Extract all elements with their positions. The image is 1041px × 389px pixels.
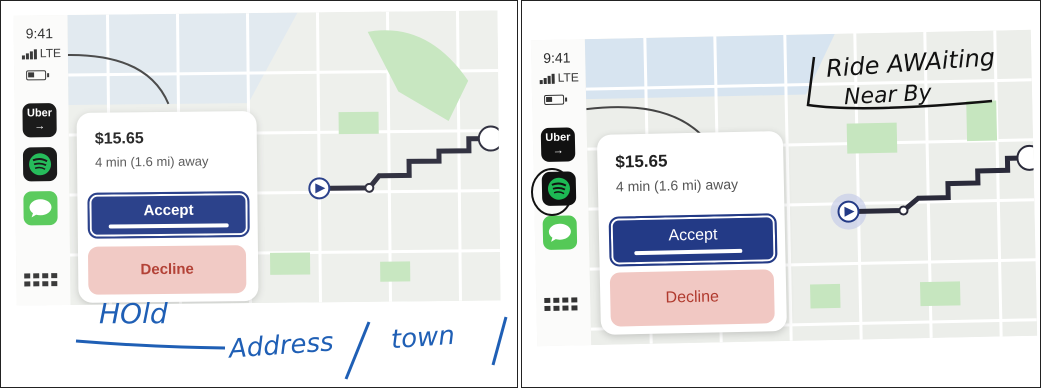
app-grid-icon[interactable] — [544, 297, 578, 312]
handwritten-address: Address — [228, 327, 335, 365]
fare-price: $15.65 — [94, 130, 144, 148]
map-view[interactable]: $15.65 4 min (1.6 mi) away Accept Declin… — [584, 29, 1038, 346]
signal-icon — [21, 49, 37, 60]
ride-request-card: $15.65 4 min (1.6 mi) away Accept Declin… — [596, 131, 787, 335]
network-label: LTE — [557, 70, 579, 85]
decline-button-label: Decline — [140, 260, 194, 279]
speech-bubble-icon — [29, 199, 52, 218]
decline-button[interactable]: Decline — [609, 269, 775, 327]
battery-icon — [543, 94, 565, 106]
handwritten-town: town — [390, 320, 456, 356]
signal-icon — [539, 73, 555, 85]
accept-button[interactable]: Accept — [608, 213, 778, 267]
map-view[interactable]: $15.65 4 min (1.6 mi) away Accept Declin… — [67, 10, 501, 305]
uber-app-label: Uber — [26, 107, 53, 120]
accept-button[interactable]: Accept — [87, 191, 250, 239]
pickup-eta: 4 min (1.6 mi) away — [94, 153, 209, 170]
accept-button-label: Accept — [143, 201, 194, 220]
decline-button-label: Decline — [665, 288, 720, 307]
app-grid-icon[interactable] — [24, 273, 58, 287]
fare-price: $15.65 — [615, 151, 668, 172]
messages-app-icon[interactable] — [23, 191, 58, 226]
uber-app-icon[interactable]: Uber → — [22, 103, 57, 138]
accept-progress-bar — [634, 248, 743, 256]
spotify-app-icon[interactable] — [22, 147, 58, 182]
carplay-screen: 9:41 LTE Uber → $15.65 4 min (1.6 mi) aw… — [13, 10, 501, 306]
carplay-screen: 9:41 LTE Uber → $15.65 4 min (1.6 mi) aw… — [530, 29, 1038, 347]
accept-progress-bar — [108, 223, 229, 229]
uber-app-icon[interactable]: Uber → — [540, 127, 576, 163]
ride-request-card: $15.65 4 min (1.6 mi) away Accept Declin… — [76, 111, 259, 303]
uber-app-label: Uber — [545, 131, 571, 144]
carplay-sidebar: 9:41 LTE Uber → — [530, 39, 592, 347]
network-label: LTE — [39, 46, 62, 61]
status-time: 9:41 — [25, 25, 54, 42]
status-time: 9:41 — [543, 49, 571, 67]
handwritten-near-by: Near By — [843, 80, 933, 111]
uber-arrow-label: → — [34, 120, 46, 133]
screenshot-panel-left: 9:41 LTE Uber → $15.65 4 min (1.6 mi) aw… — [0, 0, 518, 388]
accept-button-label: Accept — [668, 226, 718, 245]
speech-bubble-icon — [548, 223, 571, 242]
carplay-sidebar: 9:41 LTE Uber → — [13, 14, 71, 306]
spotify-logo-icon — [29, 153, 52, 176]
handwritten-hold: HOld — [99, 297, 168, 330]
battery-icon — [26, 70, 47, 81]
spotify-app-icon[interactable] — [541, 171, 577, 207]
messages-app-icon[interactable] — [542, 215, 578, 251]
screenshot-panel-right: 9:41 LTE Uber → $15.65 4 min (1.6 mi) aw… — [521, 0, 1041, 388]
uber-arrow-label: → — [552, 144, 564, 157]
pickup-eta: 4 min (1.6 mi) away — [615, 175, 739, 195]
spotify-logo-icon — [547, 177, 570, 200]
decline-button[interactable]: Decline — [87, 245, 247, 295]
